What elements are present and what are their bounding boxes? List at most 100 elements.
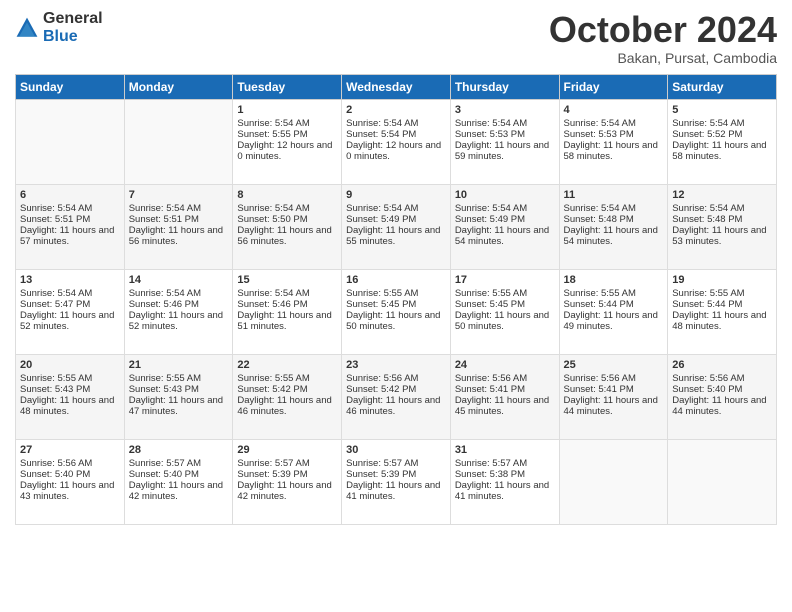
daylight-text: Daylight: 11 hours and 44 minutes.	[564, 395, 658, 417]
calendar-cell: 18 Sunrise: 5:55 AM Sunset: 5:44 PM Dayl…	[559, 269, 668, 354]
page-container: General Blue October 2024 Bakan, Pursat,…	[0, 0, 792, 535]
calendar-cell: 7 Sunrise: 5:54 AM Sunset: 5:51 PM Dayli…	[124, 184, 233, 269]
calendar-cell: 17 Sunrise: 5:55 AM Sunset: 5:45 PM Dayl…	[450, 269, 559, 354]
calendar-cell: 3 Sunrise: 5:54 AM Sunset: 5:53 PM Dayli…	[450, 99, 559, 184]
day-number: 16	[346, 274, 446, 286]
daylight-text: Daylight: 11 hours and 41 minutes.	[346, 480, 440, 502]
calendar-week-1: 1 Sunrise: 5:54 AM Sunset: 5:55 PM Dayli…	[16, 99, 777, 184]
calendar-cell: 9 Sunrise: 5:54 AM Sunset: 5:49 PM Dayli…	[342, 184, 451, 269]
calendar-week-5: 27 Sunrise: 5:56 AM Sunset: 5:40 PM Dayl…	[16, 439, 777, 524]
daylight-text: Daylight: 11 hours and 55 minutes.	[346, 225, 440, 247]
daylight-text: Daylight: 11 hours and 41 minutes.	[455, 480, 549, 502]
sunset-text: Sunset: 5:48 PM	[672, 214, 742, 225]
daylight-text: Daylight: 11 hours and 59 minutes.	[455, 140, 549, 162]
day-number: 13	[20, 274, 120, 286]
sunset-text: Sunset: 5:49 PM	[455, 214, 525, 225]
calendar-cell: 14 Sunrise: 5:54 AM Sunset: 5:46 PM Dayl…	[124, 269, 233, 354]
sunset-text: Sunset: 5:45 PM	[455, 299, 525, 310]
col-monday: Monday	[124, 74, 233, 99]
sunset-text: Sunset: 5:48 PM	[564, 214, 634, 225]
calendar-cell: 19 Sunrise: 5:55 AM Sunset: 5:44 PM Dayl…	[668, 269, 777, 354]
daylight-text: Daylight: 11 hours and 52 minutes.	[129, 310, 223, 332]
sunset-text: Sunset: 5:42 PM	[346, 384, 416, 395]
calendar-cell: 20 Sunrise: 5:55 AM Sunset: 5:43 PM Dayl…	[16, 354, 125, 439]
logo-text: General Blue	[43, 10, 103, 46]
daylight-text: Daylight: 11 hours and 50 minutes.	[346, 310, 440, 332]
sunrise-text: Sunrise: 5:54 AM	[672, 118, 744, 129]
sunrise-text: Sunrise: 5:55 AM	[346, 288, 418, 299]
sunset-text: Sunset: 5:42 PM	[237, 384, 307, 395]
sunset-text: Sunset: 5:52 PM	[672, 129, 742, 140]
daylight-text: Daylight: 11 hours and 46 minutes.	[346, 395, 440, 417]
sunset-text: Sunset: 5:46 PM	[237, 299, 307, 310]
day-number: 28	[129, 444, 229, 456]
sunset-text: Sunset: 5:41 PM	[564, 384, 634, 395]
daylight-text: Daylight: 11 hours and 44 minutes.	[672, 395, 766, 417]
calendar-cell: 6 Sunrise: 5:54 AM Sunset: 5:51 PM Dayli…	[16, 184, 125, 269]
calendar-week-3: 13 Sunrise: 5:54 AM Sunset: 5:47 PM Dayl…	[16, 269, 777, 354]
calendar-cell: 28 Sunrise: 5:57 AM Sunset: 5:40 PM Dayl…	[124, 439, 233, 524]
logo-icon	[15, 16, 39, 40]
col-wednesday: Wednesday	[342, 74, 451, 99]
sunset-text: Sunset: 5:44 PM	[672, 299, 742, 310]
sunrise-text: Sunrise: 5:54 AM	[20, 203, 92, 214]
daylight-text: Daylight: 11 hours and 53 minutes.	[672, 225, 766, 247]
day-number: 20	[20, 359, 120, 371]
calendar-cell: 13 Sunrise: 5:54 AM Sunset: 5:47 PM Dayl…	[16, 269, 125, 354]
sunset-text: Sunset: 5:47 PM	[20, 299, 90, 310]
calendar-week-2: 6 Sunrise: 5:54 AM Sunset: 5:51 PM Dayli…	[16, 184, 777, 269]
calendar-cell	[16, 99, 125, 184]
day-number: 24	[455, 359, 555, 371]
daylight-text: Daylight: 11 hours and 48 minutes.	[20, 395, 114, 417]
logo-blue: Blue	[43, 28, 78, 45]
daylight-text: Daylight: 11 hours and 58 minutes.	[564, 140, 658, 162]
daylight-text: Daylight: 11 hours and 57 minutes.	[20, 225, 114, 247]
calendar-cell: 2 Sunrise: 5:54 AM Sunset: 5:54 PM Dayli…	[342, 99, 451, 184]
sunrise-text: Sunrise: 5:54 AM	[129, 203, 201, 214]
calendar-cell: 22 Sunrise: 5:55 AM Sunset: 5:42 PM Dayl…	[233, 354, 342, 439]
day-number: 11	[564, 189, 664, 201]
header-row: Sunday Monday Tuesday Wednesday Thursday…	[16, 74, 777, 99]
sunrise-text: Sunrise: 5:54 AM	[237, 288, 309, 299]
day-number: 2	[346, 104, 446, 116]
day-number: 30	[346, 444, 446, 456]
sunset-text: Sunset: 5:39 PM	[346, 469, 416, 480]
daylight-text: Daylight: 11 hours and 56 minutes.	[237, 225, 331, 247]
daylight-text: Daylight: 11 hours and 43 minutes.	[20, 480, 114, 502]
sunrise-text: Sunrise: 5:54 AM	[237, 203, 309, 214]
calendar-cell: 8 Sunrise: 5:54 AM Sunset: 5:50 PM Dayli…	[233, 184, 342, 269]
calendar-cell: 10 Sunrise: 5:54 AM Sunset: 5:49 PM Dayl…	[450, 184, 559, 269]
day-number: 15	[237, 274, 337, 286]
calendar-cell: 30 Sunrise: 5:57 AM Sunset: 5:39 PM Dayl…	[342, 439, 451, 524]
sunrise-text: Sunrise: 5:56 AM	[20, 458, 92, 469]
daylight-text: Daylight: 11 hours and 49 minutes.	[564, 310, 658, 332]
sunrise-text: Sunrise: 5:55 AM	[129, 373, 201, 384]
title-area: October 2024 Bakan, Pursat, Cambodia	[549, 10, 777, 66]
daylight-text: Daylight: 11 hours and 42 minutes.	[129, 480, 223, 502]
sunrise-text: Sunrise: 5:54 AM	[455, 118, 527, 129]
sunrise-text: Sunrise: 5:54 AM	[346, 118, 418, 129]
calendar-cell: 15 Sunrise: 5:54 AM Sunset: 5:46 PM Dayl…	[233, 269, 342, 354]
daylight-text: Daylight: 11 hours and 54 minutes.	[455, 225, 549, 247]
sunrise-text: Sunrise: 5:55 AM	[564, 288, 636, 299]
daylight-text: Daylight: 11 hours and 45 minutes.	[455, 395, 549, 417]
calendar-header: Sunday Monday Tuesday Wednesday Thursday…	[16, 74, 777, 99]
sunrise-text: Sunrise: 5:54 AM	[564, 118, 636, 129]
daylight-text: Daylight: 12 hours and 0 minutes.	[237, 140, 332, 162]
calendar-cell: 12 Sunrise: 5:54 AM Sunset: 5:48 PM Dayl…	[668, 184, 777, 269]
calendar-cell: 29 Sunrise: 5:57 AM Sunset: 5:39 PM Dayl…	[233, 439, 342, 524]
calendar-cell: 23 Sunrise: 5:56 AM Sunset: 5:42 PM Dayl…	[342, 354, 451, 439]
calendar-cell: 25 Sunrise: 5:56 AM Sunset: 5:41 PM Dayl…	[559, 354, 668, 439]
col-sunday: Sunday	[16, 74, 125, 99]
sunrise-text: Sunrise: 5:54 AM	[346, 203, 418, 214]
day-number: 27	[20, 444, 120, 456]
calendar-cell: 4 Sunrise: 5:54 AM Sunset: 5:53 PM Dayli…	[559, 99, 668, 184]
day-number: 9	[346, 189, 446, 201]
day-number: 31	[455, 444, 555, 456]
day-number: 14	[129, 274, 229, 286]
day-number: 25	[564, 359, 664, 371]
calendar-cell: 5 Sunrise: 5:54 AM Sunset: 5:52 PM Dayli…	[668, 99, 777, 184]
sunset-text: Sunset: 5:40 PM	[672, 384, 742, 395]
logo: General Blue	[15, 10, 103, 46]
sunrise-text: Sunrise: 5:56 AM	[455, 373, 527, 384]
